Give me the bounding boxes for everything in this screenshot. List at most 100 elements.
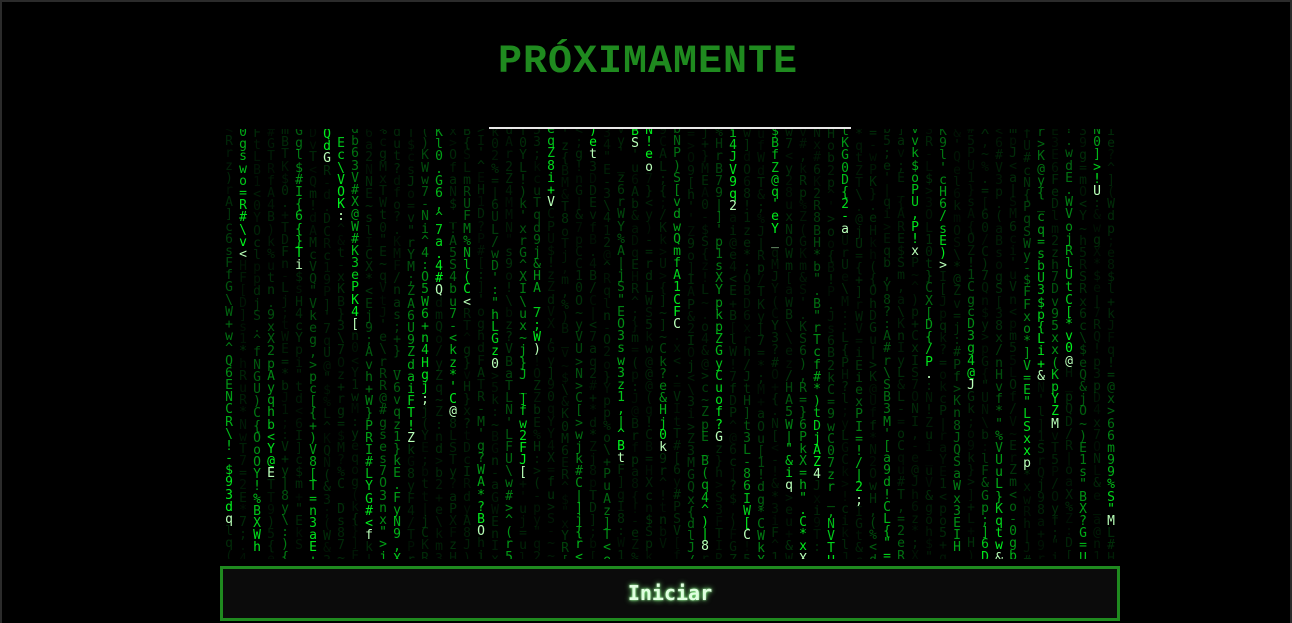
matrix-glyph: -	[810, 553, 824, 559]
matrix-glyph: H	[824, 554, 838, 559]
matrix-rain-column: ] a v; E _{A R E $ Sm, a \ Kn Iy L & L - = o Cq u # T, = 2 e R	[894, 129, 908, 559]
matrix-rain-column: N 0] >! U: & w g X * $ e | 7 R Q! p 3 p D 4 x 7 O N L & e _ a @ n 1	[1090, 129, 1104, 559]
matrix-rain-column: 5 3; k c u Tq d 9 j & H A _ 7; W)! O Z Zb E% H: >(- p y " q 2	[530, 129, 544, 559]
matrix-glyph: J	[841, 550, 849, 559]
matrix-glyph: Z	[726, 553, 740, 559]
matrix-glyph: e	[600, 553, 614, 559]
matrix-rain-column: m p J < a | S M 6 c i ' u Vn < p m 5 5 L Of / V ~ Er Zm < o -0 g b	[1006, 129, 1020, 559]
matrix-glyph: [	[558, 554, 572, 559]
matrix-glyph: )	[967, 548, 975, 559]
matrix-glyph: !	[362, 553, 376, 559]
matrix-rain-column: B{S Lm R U F M% Nl(C < R T ^ g} v H} x? t Dc I Rd y A 8 J)	[460, 129, 474, 559]
matrix-rain-column: e q Z 8 i + V C P U $! z Zd V X, Gy] 9 0 q Y Y 4 X = f u > S - ~ ~	[544, 129, 558, 559]
matrix-glyph: (	[225, 548, 233, 559]
matrix-rain-column: Hob2p^'>oo{B!P.Js6B2kC=9wC07zr_,NVTH	[824, 129, 838, 559]
matrix-glyph: X	[754, 554, 768, 559]
matrix-rain-column: b N P) S[v d w Qm f A 1 C F C. x <. = V It T #[6 y # P S V[f	[670, 129, 684, 559]
matrix-rain-column: T 0 Y L!) k ' x r G ^ X I \ u x ~ j} J _] f w 2 F J[+ ' u j = u l	[516, 129, 530, 559]
matrix-rain-column: S R - L $ >3 O L 1 0 t} C X[D{/ P.: N! Zu i _ u V & g o h $ "	[922, 129, 936, 559]
matrix-glyph: 3	[432, 552, 446, 559]
matrix-glyph: 1	[1093, 549, 1101, 559]
matrix-rain-column: <; g! n G | & 7 p C C 1 0 O ~ y V U > N > C[> w j k # C |] j{r <	[572, 129, 586, 559]
matrix-rain-column: ufWdT&;%J|Rp/TKy[7=*;M+aOu[1!dg*CWkX	[754, 129, 768, 559]
matrix-glyph: j	[379, 549, 387, 559]
matrix-rain-column: r>K@y{_cq=sbU3$p{Li+&N'l]1SrQj98a+9r	[1034, 129, 1048, 559]
matrix-rain-column: dut?dfo?.KMF/nas;+}_V6vqz1}kE.FyN9,X	[390, 129, 404, 559]
matrix-glyph: /	[684, 554, 698, 559]
matrix-glyph: k	[645, 549, 653, 559]
matrix-rain-column: m B T K $0. + T D Fn - Lj; t W E = * b J 1;: V + y | 8 y \:){	[278, 129, 292, 559]
matrix-rain-column: v y ' _ z 6 r W Y% A | j S " E O 3 s w 3 z 1, | ^ Bt F] g I 8: W 1	[614, 129, 628, 559]
matrix-rain-column: 0gswo=R#\v<HF[D]s1*hRuR*NwT7=2E*7;.4	[236, 129, 250, 559]
matrix-glyph: [	[589, 549, 597, 559]
matrix-glyph: 5	[740, 553, 754, 559]
matrix-rain-column: b 5; e ' | q i > Eq b, Y 8?: A # r \ S B 3 M '[a 9 d! C L{" =	[880, 129, 894, 559]
matrix-rain-column: fU#cN{PqSWy-$FFxo*]V=E"LSxxp*xwRh|J#	[1020, 129, 1034, 559]
matrix-rain-column: j+}MEA0-$S{z!L~.o4&@>c~ZpE_B(q4^)|8r	[698, 129, 712, 559]
matrix-rain-column: #GTRfA4B)k%utn.9xX2pAyqhb<Y@ETT9)5{e	[264, 129, 278, 559]
matrix-glyph: d	[866, 553, 880, 559]
matrix-glyph: r	[698, 552, 712, 559]
matrix-rain-column: $ Bf Z @ q ' e Y _ q M J Y(C Y 3? # O +{. N[< -! & * 3 i F ^ 1	[768, 129, 782, 559]
matrix-rain-column: *qtZT\.@jU={+]rWV=iEiexPI=!/|2;IGt&c	[852, 129, 866, 559]
matrix-rain-column: t K G 0 D{2- a Ur Ue \ M:: L{P H? l; y L G Ck >! c i k l J	[838, 129, 852, 559]
matrix-glyph: f	[673, 548, 681, 559]
matrix-glyph: H	[1107, 550, 1115, 559]
matrix-glyph: ,	[659, 549, 667, 559]
matrix-glyph: %	[631, 550, 639, 559]
matrix-rain-column: Gg l $ # I{6{} Ti $ s H 4 c Yp i " t d <6 I] c $ m + " Ek S.	[292, 129, 306, 559]
matrix-rain-canvas: < Rr z) r A] c 6 s Ff G \ W + w ^ Q 6 E N C R \! - $9 3 d q l q(0 g s w…	[220, 129, 1120, 559]
matrix-rain-column: x > Of a N $ _! A 5 S 4 b u 7- < k z * ' C @8 L S Ty? a P X Fz H	[446, 129, 460, 559]
matrix-rain-column: QdGR-d.DCRc19P]'7qU@"$%L^KQN(&3;(W&3	[320, 129, 334, 559]
matrix-rain-column: FtLB1<0YOclppdjS.^fNGU)C{OoOY!%BXWh,	[250, 129, 264, 559]
matrix-rain-column: DvT<Qm!dAMcVQ"Vkeg,>pc[{+)V8[T=n3aE+	[306, 129, 320, 559]
matrix-rain-column: () K Ww 7- Ni ^ 4: O 5 W 6 + n 4 Hg j; j(Y E; b t t | j C K R	[418, 129, 432, 559]
matrix-rain-column: ?. w d E. W Vo j Rl Ut C[* v 0 @ H _ p Q D / R | o a X% Z: D[	[1062, 129, 1076, 559]
matrix-glyph: l	[519, 550, 527, 559]
matrix-glyph: )	[463, 550, 471, 559]
page-title: PRÓXIMAMENTE	[497, 40, 799, 85]
matrix-glyph: ,	[250, 553, 264, 559]
matrix-glyph: X	[796, 552, 810, 559]
start-button[interactable]: Iniciar	[220, 566, 1120, 621]
matrix-glyph: D	[981, 549, 989, 559]
matrix-rain-column: " Ec \ V O K: ^ & t - x K B} 3 \ 7 Oz + r g = $ M?% C _ Ds 8 7 ~	[334, 129, 348, 559]
matrix-rain-column: ) e t 3 D D Ev f B. 4 B / C | <7 a q 2 # + * d * Zj 8 p T D]; b[	[586, 129, 600, 559]
matrix-glyph: 1	[771, 550, 779, 559]
matrix-rain-column: Nx#6K2R8BH*b".B"rTcf#*)tDjAZ4Jxi9T:-	[810, 129, 824, 559]
matrix-glyph: .	[295, 550, 303, 559]
matrix-glyph: r	[404, 553, 418, 559]
matrix-glyph: H	[449, 550, 457, 559]
matrix-rain-column: #5 P U 1} s A{O Z! 1 Cg c D 3 g 4 @ J Gk; o 9 k} >] + L + H)	[964, 129, 978, 559]
matrix-rain-column: 3 9 g = m O < Y ~ h 5 R S Rx 6 c \ $ e Q & j O ~) E 1 s " B X? G = U	[1076, 129, 1090, 559]
matrix-glyph: ~	[547, 548, 555, 559]
matrix-glyph: 5	[505, 549, 513, 559]
matrix-rain-column: %HrB79|]'p1sXYpkpZGyCuof?Gz}h>S3FTIR	[712, 129, 726, 559]
matrix-rain-column: =>O9[h''Z9o]IAP&2IOj<\3i>Z3MGQx{dlJ/	[684, 129, 698, 559]
app-window: PRÓXIMAMENTE < Rr z) r A] c 6 s Ff G \ W + w ^ Q 6 E N C R \!…	[0, 0, 1292, 623]
matrix-rain-column: X, ~%. =[6 0/C) 7 Qn $ y > p G{" U N \ b: l F & Gp;] 6 D	[978, 129, 992, 559]
matrix-rain-column: E 3 E 6 Fe Dl m 2 z h 7 Dv 9 5 x x(Kp Y Z Mv T 5 P / Oy f; " i	[1048, 129, 1062, 559]
matrix-glyph: {	[281, 549, 289, 559]
matrix-glyph: &	[995, 550, 1003, 559]
matrix-glyph: ~	[337, 550, 345, 559]
matrix-glyph: [	[1065, 548, 1073, 559]
matrix-rain-column: > I ' ^ E H 1 D? P #[:] ' o g h d F A T R - M ' g? W A *? B Oh i	[474, 129, 488, 559]
matrix-glyph: X	[390, 552, 404, 559]
matrix-glyph: =	[883, 548, 891, 559]
matrix-glyph: 3	[320, 554, 334, 559]
matrix-rain-column: 6a2NNE~slICX*<Ej9;Avh+W}PRI#LYG#<fk!	[362, 129, 376, 559]
matrix-glyph: R	[712, 552, 726, 559]
matrix-rain-column: =-wPK}.eHkh({OhDGu|>K@Uff*N2OwH,(%<d	[866, 129, 880, 559]
matrix-rain-column: < Rr z) r A] c 6 s Ff G \ W + w ^ Q 6 E N C R \! - $9 3 d q l q(	[222, 129, 236, 559]
matrix-glyph: i	[477, 548, 485, 559]
matrix-glyph: i	[1051, 550, 1059, 559]
matrix-rain-column: &'Qel6kmOS\*@Zv=j:#Pf>Kn8JQSaWx3EIH~	[950, 129, 964, 559]
matrix-rain-column: B S ' u 6 Ab & a Dq E H R ^;} m =(p: J @ Br f p a 8{! - e Z%	[628, 129, 642, 559]
matrix-rain-column: u Ar 2 Z 4 M M N " s 9 o! \ b z? V Ba T L N ' L F U \ w # > ^(r 5	[502, 129, 516, 559]
matrix-glyph: X	[911, 548, 919, 559]
matrix-rain-column: i4JV9q2ai@e4<E+B[lW!7fDP^@6c]?$,)FGZ	[726, 129, 740, 559]
matrix-glyph: "	[925, 549, 933, 559]
matrix-rain-column: 9 C A L;{; / Kk > U >{] ~] ~ Ck? e & Hj 0 k 9 r ^! t n b V,	[656, 129, 670, 559]
matrix-rain-column: w7<y28uxNOWm[aWB\\ez/HA5W|"&iq>eu+&W	[782, 129, 796, 559]
